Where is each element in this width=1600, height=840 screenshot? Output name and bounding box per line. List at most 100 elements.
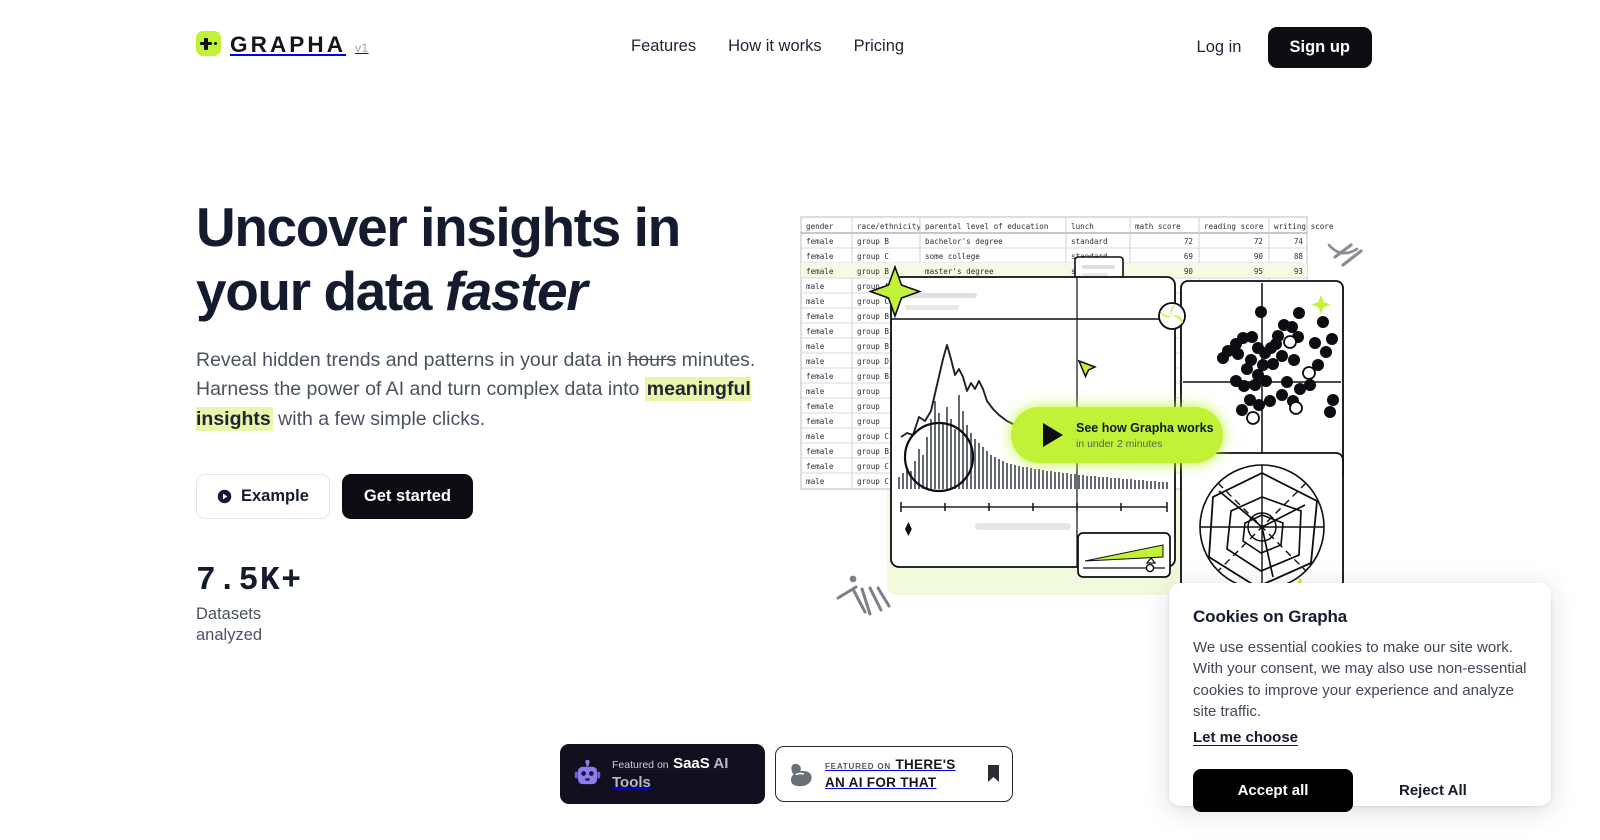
svg-text:standard: standard (1071, 237, 1108, 246)
get-started-button[interactable]: Get started (341, 474, 473, 520)
svg-text:72: 72 (1184, 237, 1193, 246)
subtitle-part-3: with a few simple clicks. (272, 407, 486, 430)
badge-saas-kicker: Featured on (612, 759, 669, 771)
svg-text:gender: gender (806, 222, 834, 231)
reject-all-button[interactable]: Reject All (1381, 769, 1485, 812)
svg-text:male: male (806, 342, 825, 351)
cookie-banner-actions: Accept all Reject All (1193, 769, 1527, 813)
svg-text:group: group (857, 402, 880, 411)
svg-text:female: female (806, 402, 834, 411)
landing-page: GRAPHA v1 Features How it works Pricing … (0, 0, 1600, 840)
main-nav: Features How it works Pricing (630, 33, 905, 60)
nav-item-features[interactable]: Features (630, 33, 697, 60)
svg-text:group C: group C (857, 297, 889, 306)
svg-text:group C: group C (857, 252, 889, 261)
svg-text:some college: some college (925, 252, 980, 261)
page-title: Uncover insights in your data faster (196, 196, 786, 324)
stat-label-line-2: analyzed (196, 626, 263, 645)
svg-text:group: group (857, 387, 880, 396)
heading-line-1: Uncover insights in (196, 196, 681, 258)
svg-text:group: group (857, 417, 880, 426)
speed-lines-icon (1327, 243, 1363, 267)
svg-text:95: 95 (1254, 267, 1263, 276)
svg-text:74: 74 (1294, 237, 1304, 246)
slider-handle[interactable] (1145, 563, 1155, 573)
svg-text:group D: group D (857, 357, 889, 366)
plus-dot-icon (196, 31, 221, 56)
signup-button[interactable]: Sign up (1267, 27, 1372, 68)
svg-text:female: female (806, 252, 834, 261)
placeholder-line (975, 523, 1071, 530)
svg-text:master's degree: master's degree (925, 267, 994, 276)
svg-text:male: male (806, 282, 825, 291)
play-circle-icon (217, 490, 232, 504)
cookie-banner-body: We use essential cookies to make our sit… (1193, 639, 1527, 720)
svg-text:male: male (806, 297, 825, 306)
svg-text:group B: group B (857, 342, 889, 351)
nav-item-how-it-works[interactable]: How it works (727, 33, 823, 60)
radar-chart-card (1180, 452, 1344, 590)
login-link[interactable]: Log in (1197, 38, 1242, 57)
svg-text:race/ethnicity: race/ethnicity (857, 222, 921, 231)
svg-text:88: 88 (1294, 252, 1304, 261)
example-button[interactable]: Example (196, 474, 330, 520)
svg-text:group C: group C (857, 477, 889, 486)
svg-text:female: female (806, 372, 834, 381)
svg-text:male: male (806, 432, 825, 441)
svg-text:72: 72 (1254, 237, 1263, 246)
featured-badges: Featured on SaaS AI Tools FEATURED ON TH… (560, 744, 1013, 804)
svg-text:female: female (806, 327, 834, 336)
svg-text:69: 69 (1184, 252, 1194, 261)
video-callout-pill[interactable] (1011, 407, 1223, 463)
nav-item-pricing[interactable]: Pricing (853, 33, 905, 60)
svg-text:female: female (806, 267, 834, 276)
svg-text:female: female (806, 462, 834, 471)
hero-subtitle: Reveal hidden trends and patterns in you… (196, 346, 771, 435)
example-button-label: Example (241, 487, 309, 506)
robot-icon (574, 760, 601, 785)
svg-text:parental level of education: parental level of education (925, 222, 1048, 231)
svg-text:female: female (806, 417, 834, 426)
stat-number: 7.5K+ (196, 562, 303, 599)
range-slider-card[interactable] (1077, 532, 1171, 578)
heading-emphasis: faster (444, 259, 588, 322)
stat-datasets-analyzed: 7.5K+ Datasets analyzed (196, 562, 303, 647)
hero-content: Uncover insights in your data faster Rev… (196, 196, 786, 520)
illustration-canvas: gender race/ethnicity parental level of … (800, 216, 1363, 595)
svg-text:reading score: reading score (1204, 222, 1264, 231)
svg-text:group B: group B (857, 312, 889, 321)
placeholder-line (905, 305, 959, 310)
svg-text:group B: group B (857, 267, 889, 276)
svg-text:bachelor's degree: bachelor's degree (925, 237, 1003, 246)
video-callout[interactable] (1011, 407, 1223, 463)
svg-text:female: female (806, 237, 834, 246)
svg-text:group C: group C (857, 462, 889, 471)
stat-label: Datasets analyzed (196, 604, 303, 647)
auth-actions: Log in Sign up (1197, 27, 1372, 68)
svg-text:math score: math score (1135, 222, 1181, 231)
video-callout-title: See how Grapha works (1076, 421, 1214, 435)
svg-text:group B: group B (857, 237, 889, 246)
brand-logo[interactable]: GRAPHA v1 (196, 31, 369, 56)
badge-saas-ai-tools[interactable]: Featured on SaaS AI Tools (560, 744, 765, 804)
accept-all-button[interactable]: Accept all (1193, 769, 1353, 813)
badge-taaft-text: FEATURED ON THERE'S AN AI FOR THAT (825, 756, 977, 792)
svg-text:group B: group B (857, 327, 889, 336)
subtitle-part-1: Reveal hidden trends and patterns in you… (196, 348, 628, 371)
svg-text:female: female (806, 447, 834, 456)
site-header: GRAPHA v1 Features How it works Pricing … (0, 0, 1600, 92)
svg-text:90: 90 (1184, 267, 1194, 276)
let-me-choose-link[interactable]: Let me choose (1193, 729, 1298, 746)
cta-row: Example Get started (196, 474, 786, 520)
svg-text:group C: group C (857, 432, 889, 441)
brand-name: GRAPHA (230, 31, 347, 57)
svg-text:group B: group B (857, 447, 889, 456)
video-callout-subtitle: in under 2 minutes (1076, 438, 1162, 450)
heading-line-2: your data (196, 259, 445, 322)
speed-lines-decor-icon (836, 575, 891, 616)
svg-text:lunch: lunch (1071, 222, 1094, 231)
badge-theres-an-ai-for-that[interactable]: FEATURED ON THERE'S AN AI FOR THAT (775, 745, 1013, 802)
pinwheel-icon (1158, 302, 1186, 330)
svg-text:90: 90 (1254, 252, 1264, 261)
bookmark-icon[interactable] (987, 764, 1000, 783)
